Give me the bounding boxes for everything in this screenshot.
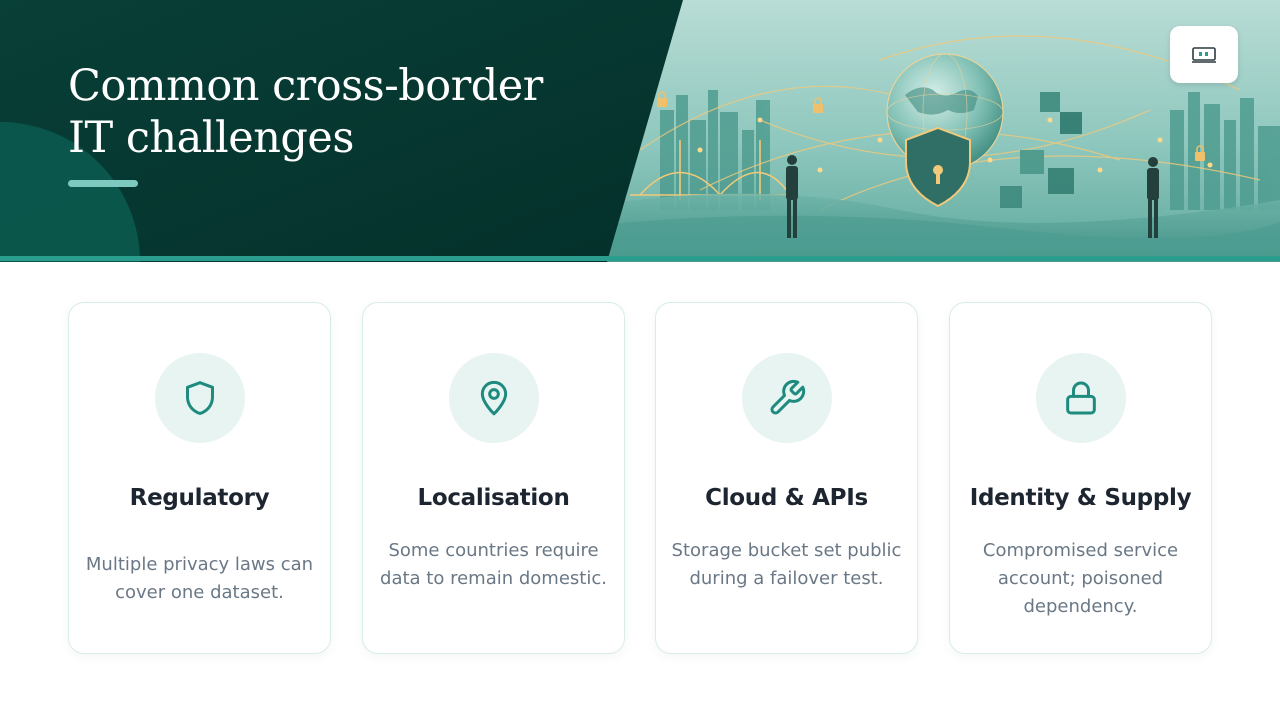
card-icon-badge xyxy=(154,353,245,443)
card-cloud-apis: Cloud & APIs Storage bucket set public d… xyxy=(655,302,918,654)
title-line-1: Common cross-border xyxy=(68,61,543,111)
lock-icon xyxy=(1065,381,1096,415)
card-description: Multiple privacy laws can cover one data… xyxy=(85,554,314,603)
card-title: Cloud & APIs xyxy=(705,485,868,511)
challenge-cards: Regulatory Multiple privacy laws can cov… xyxy=(68,302,1213,656)
card-icon-badge xyxy=(1035,353,1126,443)
card-description: Compromised service account; poisoned de… xyxy=(982,540,1179,617)
map-pin-icon xyxy=(480,380,507,416)
card-identity-supply: Identity & Supply Compromised service ac… xyxy=(949,302,1212,654)
title-line-2: IT challenges xyxy=(68,113,354,163)
card-icon-badge xyxy=(741,353,832,443)
card-description: Some countries require data to remain do… xyxy=(380,540,607,589)
card-localisation: Localisation Some countries require data… xyxy=(362,302,625,654)
card-title: Localisation xyxy=(417,485,570,511)
wrench-icon xyxy=(770,379,805,415)
present-button[interactable] xyxy=(1170,26,1238,83)
slide-title: Common cross-border IT challenges xyxy=(68,60,628,164)
slide-header: Common cross-border IT challenges xyxy=(0,0,1280,262)
card-regulatory: Regulatory Multiple privacy laws can cov… xyxy=(68,302,331,654)
card-title: Regulatory xyxy=(129,485,270,511)
header-divider xyxy=(0,256,1280,261)
title-underline xyxy=(68,180,138,187)
present-icon xyxy=(1192,46,1216,63)
card-description: Storage bucket set public during a failo… xyxy=(671,540,902,589)
shield-icon xyxy=(185,381,214,415)
card-icon-badge xyxy=(448,353,539,443)
card-title: Identity & Supply xyxy=(969,485,1192,511)
